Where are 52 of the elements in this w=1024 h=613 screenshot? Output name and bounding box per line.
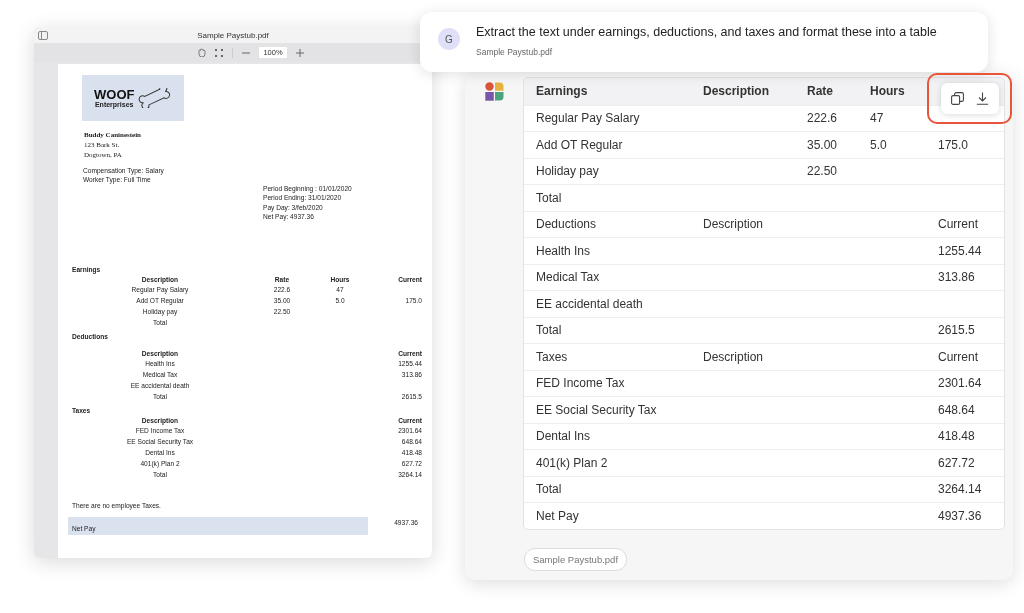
column-header: Earnings <box>536 84 588 99</box>
table-cell: 175.0 <box>938 137 969 152</box>
table-cell: EE Social Security Tax <box>536 402 657 417</box>
prompt-text: Extract the text under earnings, deductions, and taxes and format these into a table <box>476 25 937 39</box>
table-cell: 222.6 <box>807 111 838 126</box>
table-cell: Regular Pay Salary <box>536 111 640 126</box>
table-cell: Dental Ins <box>536 429 591 444</box>
zoom-in-icon[interactable] <box>295 48 304 57</box>
source-chip[interactable]: Sample Paystub.pdf <box>524 548 628 571</box>
table-cell: 5.0 <box>870 137 887 152</box>
table-cell: Current <box>938 217 978 232</box>
table-cell: Total <box>536 482 562 497</box>
table-cell: 22.50 <box>807 164 838 179</box>
table-cell: 1255.44 <box>938 243 982 258</box>
logo-name: WOOF <box>94 88 135 101</box>
table-cell: FED Income Tax <box>536 376 625 391</box>
table-cell: Net Pay <box>536 508 579 523</box>
table-cell: Deductions <box>536 217 597 232</box>
sidebar-icon[interactable] <box>38 30 48 40</box>
table-cell: 47 <box>870 111 884 126</box>
table-cell: 627.72 <box>938 455 975 470</box>
avatar: G <box>438 28 460 50</box>
table-cell: Current <box>938 349 978 364</box>
table-cell: 3264.14 <box>938 482 982 497</box>
table-cell: 313.86 <box>938 270 975 285</box>
download-icon[interactable] <box>975 92 989 105</box>
table-cell: 401(k) Plan 2 <box>536 455 608 470</box>
table-cell: Description <box>703 349 764 364</box>
table-cell: Medical Tax <box>536 270 600 285</box>
attachment-name: Sample Paystub.pdf <box>476 47 554 57</box>
copy-icon[interactable] <box>950 92 964 105</box>
window-title: Sample Paystub.pdf <box>196 30 270 40</box>
table-cell: Add OT Regular <box>536 137 623 152</box>
table-cell: Holiday pay <box>536 164 599 179</box>
table-cell: 35.00 <box>807 137 838 152</box>
table-cell: Total <box>536 190 562 205</box>
table-cell: Description <box>703 217 764 232</box>
bone-icon <box>138 88 173 108</box>
table-cell: 418.48 <box>938 429 975 444</box>
table-cell: 648.64 <box>938 402 975 417</box>
table-cell: Taxes <box>536 349 568 364</box>
app-logo-icon <box>485 82 504 101</box>
table-cell: 4937.36 <box>938 508 982 523</box>
column-header: Description <box>703 84 769 99</box>
table-cell: Total <box>536 323 562 338</box>
column-header: Hours <box>870 84 905 99</box>
table-cell: Health Ins <box>536 243 591 258</box>
table-cell: 2615.5 <box>938 323 975 338</box>
column-header: Rate <box>807 84 833 99</box>
fit-icon[interactable] <box>215 48 224 57</box>
table-cell: EE accidental death <box>536 296 643 311</box>
table-cell: 2301.64 <box>938 376 982 391</box>
